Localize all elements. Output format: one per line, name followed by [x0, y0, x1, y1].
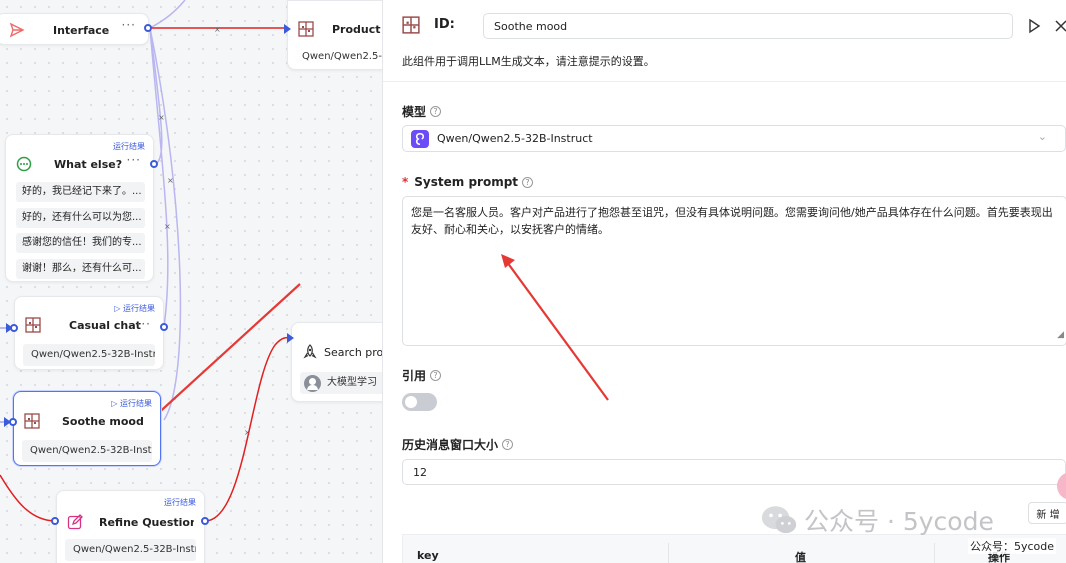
input-port[interactable] [9, 418, 17, 426]
run-result-link[interactable]: ▷ 运行结果 [111, 398, 152, 409]
llm-grid-icon [25, 317, 41, 333]
play-icon: ▷ [114, 304, 123, 313]
rocket-icon [303, 344, 317, 359]
node-id-input[interactable] [483, 13, 1013, 39]
node-model: Qwen/Qwen2.5- [302, 51, 382, 62]
node-model: Qwen/Qwen2.5-32B-Instr [23, 344, 155, 366]
history-window-input[interactable] [402, 459, 1066, 485]
wechat-icon [761, 506, 797, 534]
edge-marker: × [164, 222, 171, 231]
input-port[interactable] [51, 517, 59, 525]
more-icon[interactable]: ··· [127, 153, 141, 167]
node-interface[interactable]: Interface ··· [0, 13, 149, 45]
output-port[interactable] [144, 24, 152, 32]
close-icon[interactable] [1053, 18, 1066, 34]
input-port[interactable] [284, 24, 291, 34]
send-icon [9, 22, 25, 38]
help-icon[interactable]: ? [502, 439, 514, 450]
edge-refine-search [204, 336, 293, 522]
input-port[interactable] [287, 333, 294, 343]
node-refine-question[interactable]: 运行结果 Refine Question Qwen/Qwen2.5-32B-In… [56, 490, 205, 563]
node-casual-chat[interactable]: ▷ 运行结果 Casual chat ··· Qwen/Qwen2.5-32B-… [14, 296, 164, 370]
message-item: 谢谢！那么，还有什么可... [16, 259, 145, 279]
node-title: Product in [332, 22, 382, 36]
llm-grid-icon [298, 21, 314, 37]
variables-table-header: key 值 操作 [402, 534, 1066, 563]
message-item: 感谢您的信任！我们的专... [16, 233, 145, 253]
model-label: 模型 ? [402, 103, 442, 120]
message-item: 好的，还有什么可以为您... [16, 208, 145, 228]
more-icon[interactable]: ··· [137, 317, 151, 331]
node-title: Search produ [324, 345, 382, 359]
system-prompt-label: * System prompt ? [402, 175, 534, 189]
required-mark: * [402, 175, 409, 189]
edge-top-curve [149, 0, 186, 29]
knowledge-base-name: 大模型学习 [327, 377, 377, 388]
system-prompt-textarea[interactable]: 您是一名客服人员。客户对产品进行了抱怨甚至诅咒，但没有具体说明问题。您需要询问他… [402, 196, 1066, 346]
node-title: Soothe mood [62, 414, 144, 428]
system-prompt-value: 您是一名客服人员。客户对产品进行了抱怨甚至诅咒，但没有具体说明问题。您需要询问他… [411, 206, 1053, 236]
id-label: ID: [434, 17, 455, 32]
qwen-logo-icon [411, 129, 429, 148]
edit-icon [67, 514, 83, 530]
edge-marker: × [167, 176, 174, 185]
help-icon[interactable]: ? [430, 106, 442, 117]
node-model: Qwen/Qwen2.5-32B-Inst [22, 440, 152, 462]
play-icon: ▷ [111, 399, 120, 408]
help-icon[interactable]: ? [430, 370, 442, 381]
help-icon[interactable]: ? [522, 176, 534, 188]
node-title: Casual chat [69, 318, 141, 332]
edge-marker: × [158, 113, 165, 122]
node-soothe-mood[interactable]: ▷ 运行结果 Soothe mood Qwen/Qwen2.5-32B-Inst [13, 391, 161, 466]
edge-marker: × [214, 25, 221, 34]
run-icon[interactable] [1026, 18, 1042, 34]
input-port[interactable] [150, 160, 158, 168]
component-description: 此组件用于调用LLM生成文本，请注意提示的设置。 [402, 55, 655, 68]
node-search-product[interactable]: Search produ 大模型学习 [291, 322, 382, 402]
knowledge-base-tag: 大模型学习 [300, 372, 382, 394]
column-divider [668, 543, 669, 563]
quote-toggle[interactable] [402, 393, 437, 411]
llm-grid-icon [24, 413, 40, 429]
node-model: Qwen/Qwen2.5-32B-Instr [65, 539, 196, 561]
header-divider [383, 81, 1066, 82]
avatar-icon [304, 374, 321, 392]
node-title: What else? [54, 157, 123, 171]
model-select[interactable]: Qwen/Qwen2.5-32B-Instruct ⌄ [402, 125, 1066, 152]
node-title: Interface [53, 23, 110, 37]
llm-grid-icon [402, 16, 420, 34]
chat-bubble-icon [16, 156, 32, 172]
run-result-link[interactable]: 运行结果 [164, 497, 196, 508]
chevron-down-icon: ⌄ [1037, 130, 1047, 143]
message-item: 好的，我已经记下来了。... [16, 182, 145, 202]
workflow-canvas[interactable]: × × × × × Interface ··· Product in Qwen/… [0, 0, 382, 563]
node-settings-panel: ID: 此组件用于调用LLM生成文本，请注意提示的设置。 模型 ? Qwen/Q… [382, 0, 1066, 563]
watermark-text: 公众号 · 5ycode [804, 507, 994, 536]
input-port[interactable] [10, 324, 18, 332]
column-header-value: 值 [795, 551, 806, 563]
column-divider [934, 543, 935, 563]
edge-left-refine [0, 474, 57, 522]
quote-label: 引用 ? [402, 367, 442, 384]
node-what-else[interactable]: 运行结果 What else? ··· 好的，我已经记下来了。... 好的，还有… [5, 134, 154, 282]
annotation-arrow-line [141, 283, 301, 429]
node-title: Refine Question [99, 515, 194, 529]
edge-marker: × [244, 428, 251, 437]
watermark: 公众号 · 5ycode [760, 502, 994, 538]
history-window-label: 历史消息窗口大小 ? [402, 436, 514, 453]
resize-handle-icon[interactable]: ◢ [1057, 327, 1064, 344]
column-header-key: key [417, 549, 439, 562]
model-value: Qwen/Qwen2.5-32B-Instruct [437, 132, 593, 145]
node-product-info[interactable]: Product in Qwen/Qwen2.5- [287, 0, 382, 70]
more-icon[interactable]: ··· [122, 18, 136, 32]
watermark-small: 公众号：5ycode [968, 538, 1057, 554]
add-variable-button[interactable]: 新 增 [1028, 502, 1066, 524]
output-port[interactable] [201, 517, 209, 525]
output-port[interactable] [160, 323, 168, 331]
